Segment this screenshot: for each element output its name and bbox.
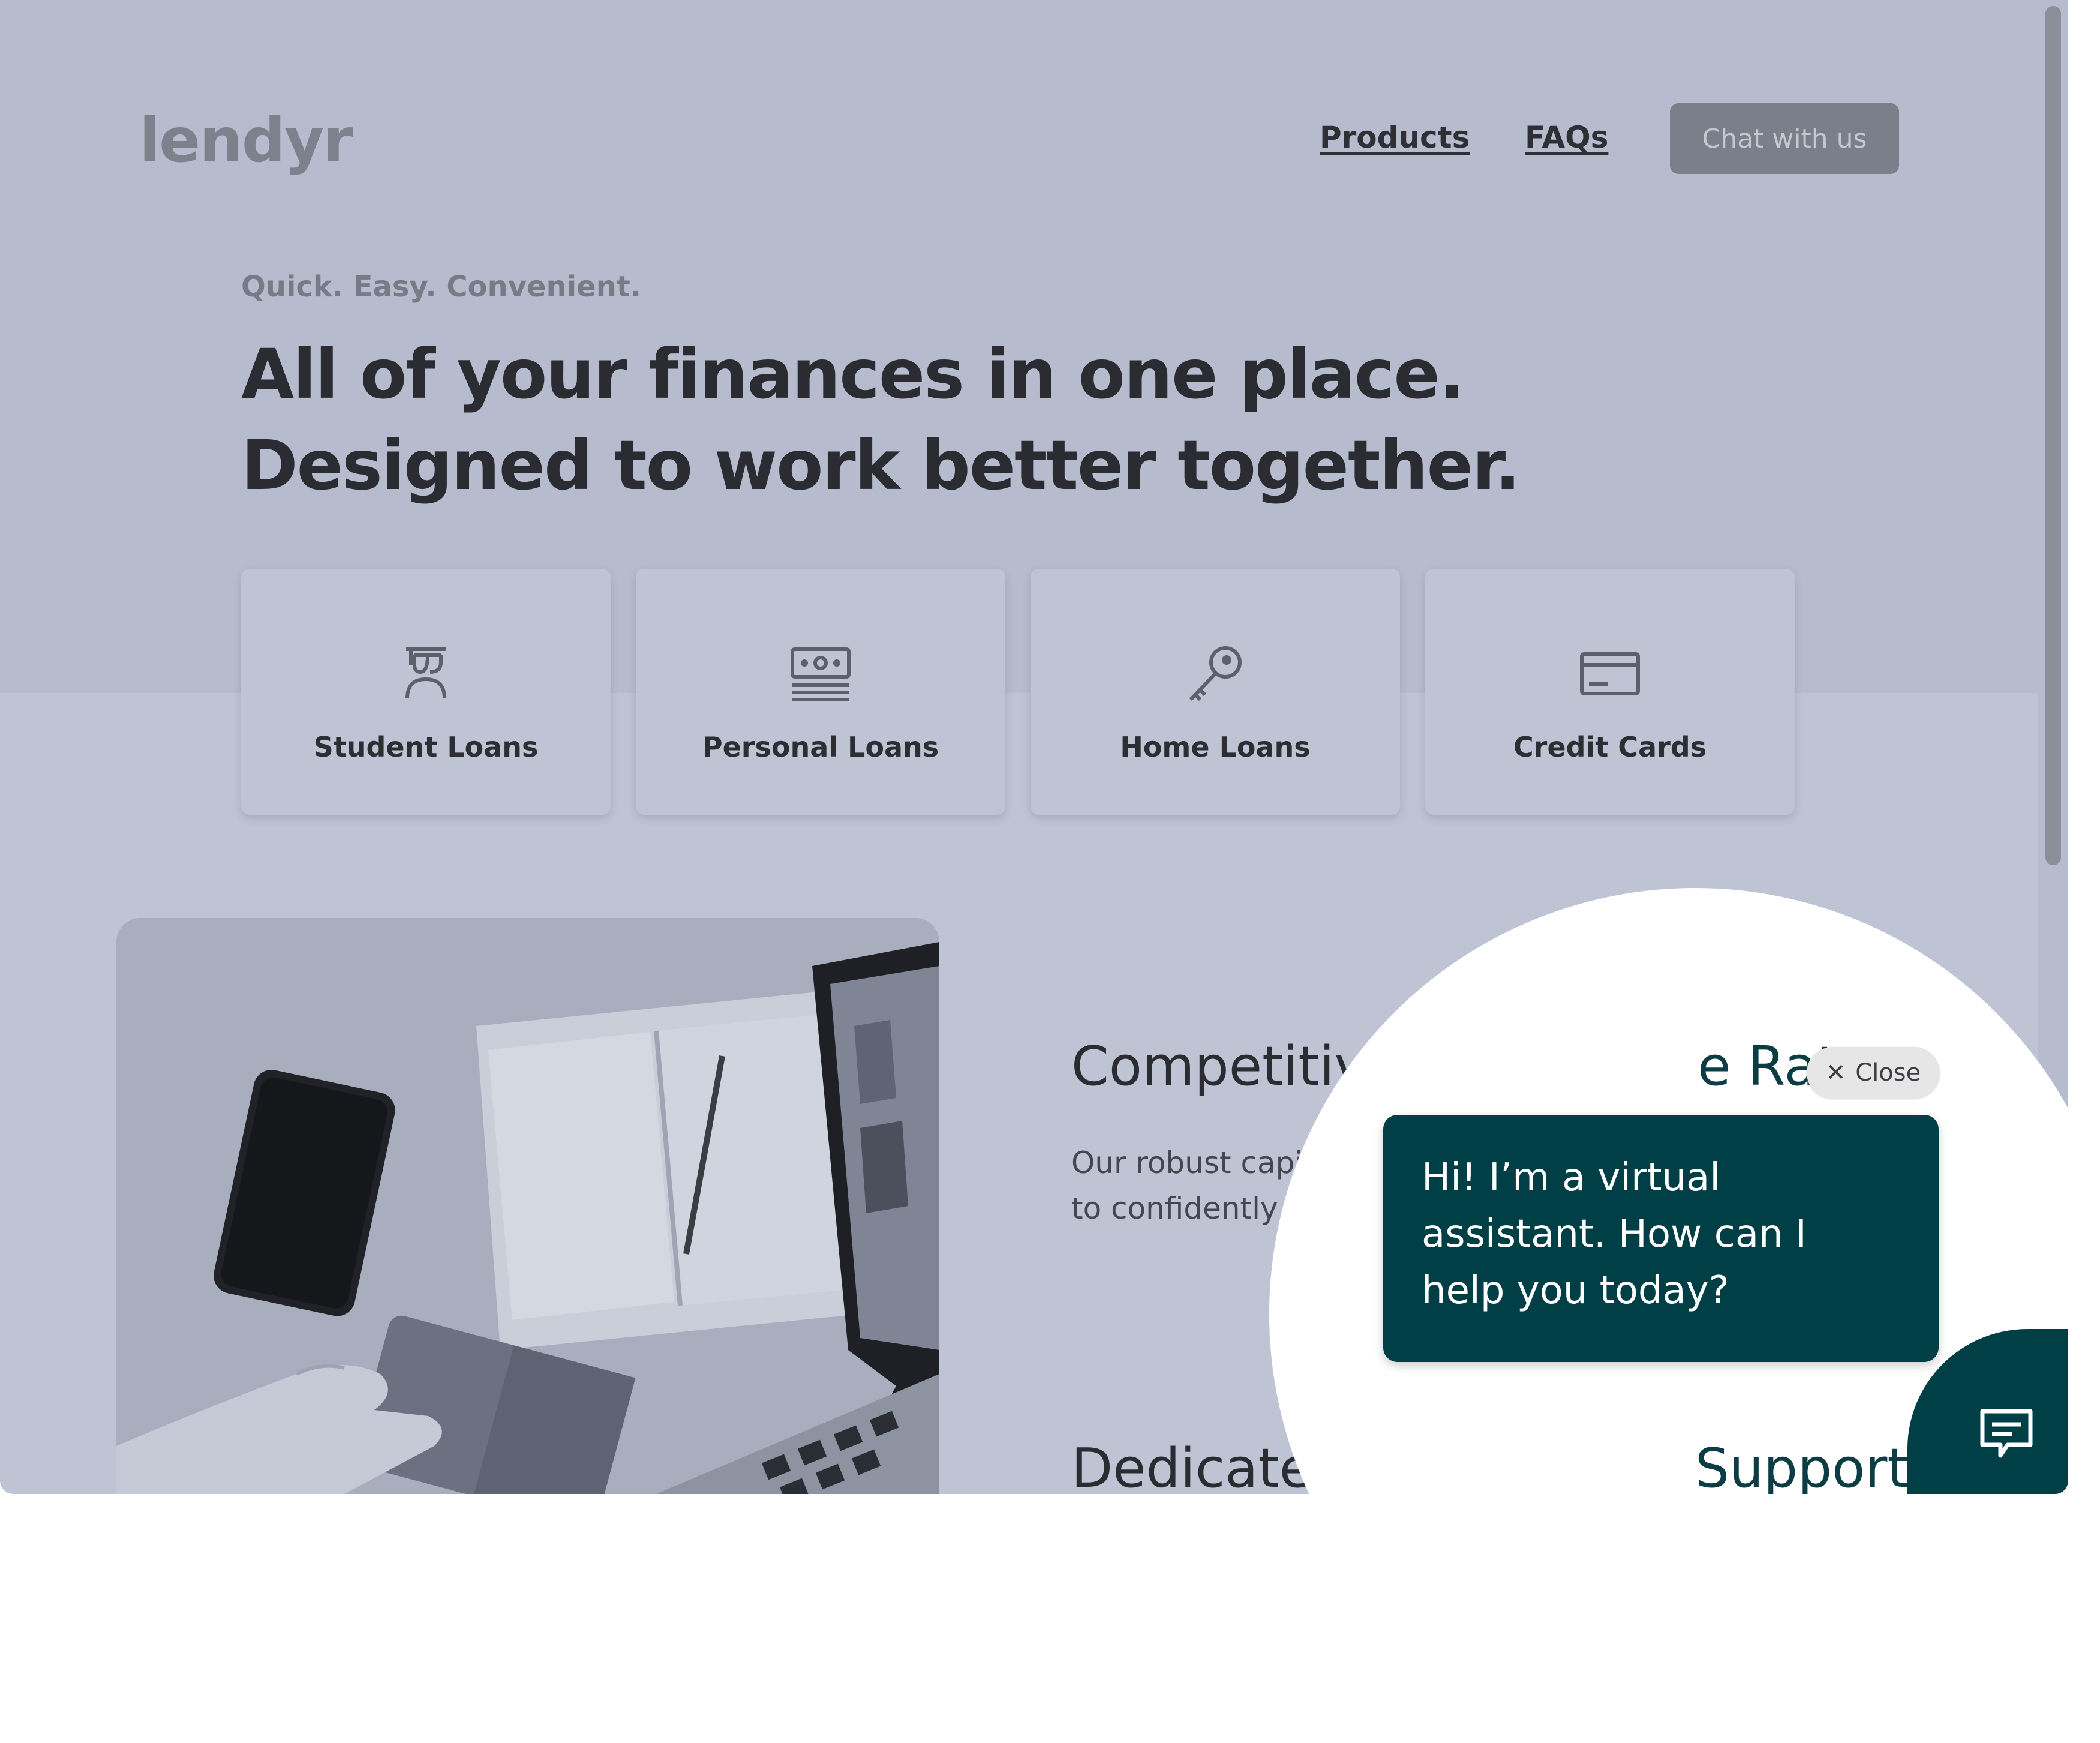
page-viewport: lendyr Products FAQs Chat with us Quick.… [0, 0, 2068, 1494]
close-icon: ✕ [1825, 1059, 1846, 1087]
assistant-greeting-bubble: Hi! I’m a virtual assistant. How can I h… [1383, 1115, 1939, 1362]
spotlight-content: Competitive Rates Dedicated Support ✕ Cl… [0, 0, 2068, 1494]
chat-bubble-icon [1980, 1409, 2033, 1458]
assistant-close-button[interactable]: ✕ Close [1807, 1047, 1940, 1099]
close-label: Close [1855, 1059, 1921, 1087]
dedicated-support-title-highlight: Dedicated Support [1678, 1437, 1909, 1494]
